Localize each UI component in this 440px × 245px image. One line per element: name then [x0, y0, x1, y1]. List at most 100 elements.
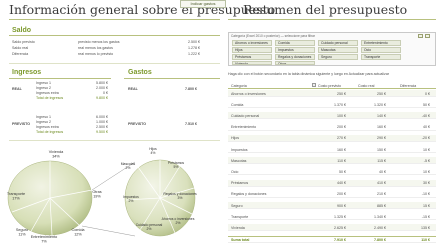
row-planned: 900 €	[337, 203, 346, 208]
table-row[interactable]: Transporte 1.325 € 1.340 € -15 €	[228, 213, 436, 221]
row-actual: 2.490 €	[374, 225, 386, 230]
table-row[interactable]: Vivienda 2.625 € 2.490 € 135 €	[228, 224, 436, 232]
row-actual: 1.320 €	[374, 102, 386, 107]
slicer-chip[interactable]: Vivienda	[232, 61, 272, 65]
row-category: Cuidado personal	[231, 113, 260, 118]
saldo-desc: real menos los gastos	[78, 46, 113, 50]
slicer-chip[interactable]: Otros	[275, 61, 315, 65]
row-category: Regalos y donaciones	[231, 192, 267, 197]
row-category: Seguro	[231, 203, 243, 208]
table-row[interactable]: Regalos y donaciones 200 € 210 € -10 €	[228, 191, 436, 198]
row-planned: 200 €	[337, 192, 346, 197]
ingresos-section-title: Ingresos	[12, 69, 42, 76]
row-category: Ahorros o inversiones	[231, 91, 266, 96]
row-actual: 150 €	[377, 147, 386, 152]
slicer-chip[interactable]: Mascotas	[318, 47, 358, 53]
row-planned: 100 €	[337, 113, 346, 118]
saldo-value: 1.278 €	[188, 46, 200, 50]
ingreso-item: Ingresos extra	[36, 91, 59, 95]
column-header: Costo real	[358, 84, 375, 88]
pie-label: Seguro	[16, 228, 28, 232]
ingreso-item: Ingreso 2	[36, 120, 51, 124]
ingreso-total-value: 9.500 €	[96, 130, 108, 134]
clear-filter-icon[interactable]	[425, 34, 430, 38]
slicer-chip[interactable]: Ocio	[361, 47, 401, 53]
multi-select-icon[interactable]	[418, 34, 423, 38]
row-difference: 50 €	[423, 102, 430, 107]
total-difference: 110 €	[421, 238, 430, 243]
slicer-chip[interactable]: Entretenimiento	[361, 40, 401, 46]
slicer-chip[interactable]: Cuidado personal	[318, 40, 358, 46]
pie-label-pct: 7%	[41, 240, 47, 244]
saldo-desc: real menos lo previsto	[78, 52, 114, 56]
table-row[interactable]: Ahorros o inversiones 250 € 250 € 0 €	[228, 90, 436, 97]
saldo-label: Diferencia	[12, 52, 29, 56]
row-category: Ocio	[231, 169, 239, 174]
ingreso-value: 0 €	[103, 91, 108, 95]
table-row[interactable]: Ocio 50 € 40 € 10 €	[228, 168, 436, 176]
table-row[interactable]: Mascotas 110 € 115 € -5 €	[228, 157, 436, 165]
ingreso-item: Ingreso 2	[36, 86, 51, 90]
row-category: Impuestos	[231, 147, 248, 152]
slicer-header: Categoría (Excel 2010 o posterior) — sel…	[231, 34, 315, 38]
row-difference: 135 €	[421, 225, 430, 230]
ingreso-value: 5.800 €	[96, 81, 108, 85]
filter-dropdown-icon[interactable]	[312, 83, 316, 87]
table-row[interactable]: Comida 1.370 € 1.320 € 50 €	[228, 101, 436, 109]
table-row[interactable]: Cuidado personal 100 € 140 € -40 €	[228, 112, 436, 120]
row-category: Entretenimiento	[231, 125, 257, 130]
row-category: Hijos	[231, 136, 239, 141]
row-planned: 270 €	[337, 136, 346, 141]
ingreso-item: Ingresos extra	[36, 125, 59, 129]
table-total-row: Suma total 7.910 € 7.800 € 110 €	[228, 235, 436, 243]
indicar-gastos-button[interactable]: Indicar gastos	[180, 0, 226, 8]
pie-label-pct: 2%	[129, 199, 134, 203]
pie-label-pct: 3%	[178, 196, 183, 200]
pie-label-pct: 5%	[174, 165, 179, 169]
slicer-chip[interactable]: Seguro	[318, 54, 358, 60]
table-row[interactable]: Hijos 270 € 290 € -20 €	[228, 134, 436, 142]
category-slicer[interactable]: Categoría (Excel 2010 o posterior) — sel…	[228, 32, 436, 66]
pie-label: Otras	[92, 190, 101, 194]
ingreso-value: 6.000 €	[96, 115, 108, 119]
slicer-chip[interactable]: Regalos y donaciones	[275, 54, 315, 60]
pivot-instruction: Haga clic con el botón secundario en la …	[228, 72, 390, 76]
table-row[interactable]: Préstamos 440 € 410 € 30 €	[228, 179, 436, 187]
row-difference: 10 €	[423, 169, 430, 174]
row-actual: 160 €	[377, 125, 386, 130]
row-difference: 15 €	[423, 203, 430, 208]
slicer-chip[interactable]: Impuestos	[275, 47, 315, 53]
ingreso-value: 2.500 €	[96, 125, 108, 129]
table-row[interactable]: Seguro 900 € 885 € 15 €	[228, 202, 436, 209]
slicer-chip[interactable]: Comida	[275, 40, 315, 46]
pie-label-pct: 17%	[12, 197, 20, 201]
slicer-chip[interactable]: Ahorros o inversiones	[232, 40, 272, 46]
pie-label-pct: 2%	[147, 227, 152, 231]
saldo-label: Saldo previsto	[12, 40, 35, 44]
connector-line	[81, 225, 136, 237]
divider	[9, 19, 220, 20]
page-title-right: Resumen del presupuesto	[243, 2, 408, 17]
ingreso-item: Ingreso 1	[36, 81, 51, 85]
saldo-section-title: Saldo	[12, 27, 32, 34]
ingreso-total-value: 9.800 €	[96, 96, 108, 100]
ingresos-previsto-label: PREVISTO	[12, 122, 31, 126]
row-planned: 440 €	[337, 181, 346, 186]
row-planned: 110 €	[337, 158, 346, 163]
slicer-chip[interactable]: Préstamos	[232, 54, 272, 60]
pie-label-pct: 11%	[18, 233, 26, 237]
gastos-real-label: REAL	[128, 87, 138, 91]
pie-label-pct: 2%	[126, 166, 131, 170]
gastos-section-title: Gastos	[128, 69, 152, 76]
pie-label-pct: 2%	[176, 221, 181, 225]
pie-label: Comida	[71, 228, 85, 232]
column-header: Costo previsto	[318, 84, 341, 88]
slicer-chip[interactable]: Transporte	[361, 54, 401, 60]
divider	[9, 35, 220, 36]
table-row[interactable]: Impuestos 160 € 150 € 10 €	[228, 146, 436, 153]
saldo-label: Saldo real	[12, 46, 29, 50]
row-category: Vivienda	[231, 225, 245, 230]
slicer-chip[interactable]: Hijos	[232, 47, 272, 53]
row-difference: 40 €	[423, 125, 430, 130]
table-row[interactable]: Entretenimiento 200 € 160 € 40 €	[228, 124, 436, 131]
